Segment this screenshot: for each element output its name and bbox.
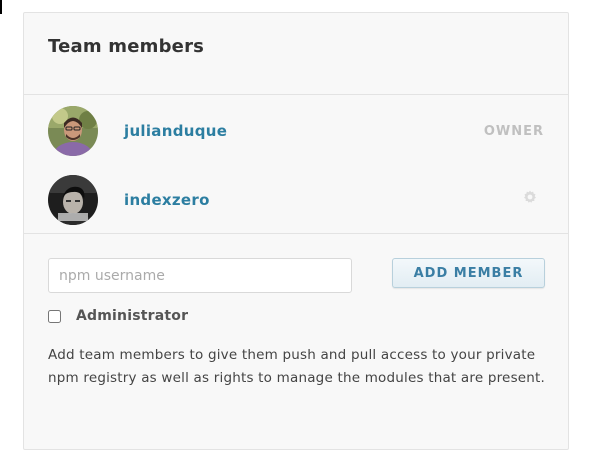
help-text: Add team members to give them push and p… [48,347,546,386]
team-members-panel: Team members julianduque OWNER indexzero… [23,12,569,450]
member-role-badge: OWNER [483,123,544,139]
panel-title: Team members [48,36,205,57]
administrator-option: Administrator [48,308,188,324]
gear-icon[interactable] [523,190,537,204]
administrator-checkbox[interactable] [48,309,61,323]
member-name-indexzero[interactable]: indexzero [124,191,210,209]
add-member-button[interactable]: ADD MEMBER [392,258,545,288]
administrator-label[interactable]: Administrator [76,308,188,324]
indexzero-avatar[interactable] [48,175,98,225]
member-name-julianduque[interactable]: julianduque [124,122,227,140]
julianduque-avatar[interactable] [48,106,98,156]
panel-header: Team members [24,13,568,95]
username-input[interactable] [48,258,352,293]
add-member-form: ADD MEMBER Administrator Add team member… [24,234,568,448]
member-row: julianduque OWNER [48,105,544,157]
members-list: julianduque OWNER indexzero [24,95,568,234]
member-row: indexzero [48,174,544,226]
corner-mark [0,0,2,14]
